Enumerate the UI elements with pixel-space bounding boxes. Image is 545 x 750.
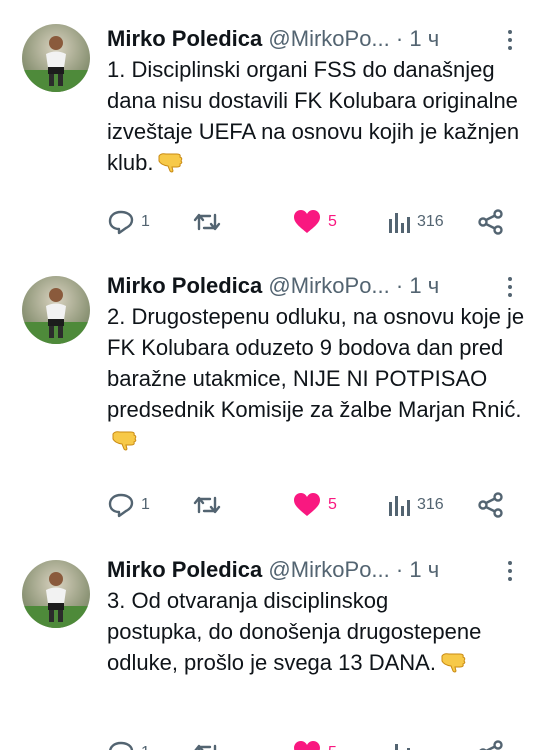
tweet-actions: 1 5 316 — [107, 490, 527, 520]
tweet-header: Mirko Poledica @MirkoPo... · 1 ч — [107, 271, 527, 301]
reply-count: 1 — [141, 496, 150, 513]
tweet-header: Mirko Poledica @MirkoPo... · 1 ч — [107, 24, 527, 54]
pointing-down-emoji-icon — [111, 428, 137, 451]
heart-icon — [294, 741, 320, 750]
reply-icon — [109, 741, 134, 750]
reply-button[interactable]: 1 — [107, 738, 150, 750]
more-options-icon[interactable] — [500, 275, 520, 299]
tweet-1[interactable]: Mirko Poledica @MirkoPo... · 1 ч 1. Disc… — [0, 24, 545, 250]
timestamp[interactable]: 1 ч — [409, 273, 439, 298]
retweet-button[interactable] — [192, 738, 228, 750]
tweet-header: Mirko Poledica @MirkoPo... · 1 ч — [107, 555, 527, 585]
views-icon — [389, 496, 410, 516]
tweet-actions: 1 5 — [107, 738, 527, 750]
pointing-down-emoji-icon — [157, 150, 183, 173]
author-handle[interactable]: @MirkoPo... — [268, 557, 389, 582]
like-count: 5 — [328, 496, 337, 513]
reply-count: 1 — [141, 213, 150, 230]
reply-button[interactable]: 1 — [107, 207, 150, 237]
share-icon — [478, 492, 503, 518]
avatar[interactable] — [22, 560, 90, 628]
avatar[interactable] — [22, 24, 90, 92]
separator-dot: · — [395, 557, 404, 582]
views-icon — [389, 213, 410, 233]
like-count: 5 — [328, 744, 337, 750]
tweet-text-content: 2. Drugostepenu odluku, na osnovu koje j… — [107, 304, 525, 422]
share-button[interactable] — [477, 738, 505, 750]
more-options-icon[interactable] — [500, 559, 520, 583]
share-icon — [478, 209, 503, 235]
tweet-text: 2. Drugostepenu odluku, na osnovu koje j… — [107, 301, 532, 456]
reply-button[interactable]: 1 — [107, 490, 150, 520]
tweet-2[interactable]: Mirko Poledica @MirkoPo... · 1 ч 2. Drug… — [0, 271, 545, 531]
timestamp[interactable]: 1 ч — [409, 557, 439, 582]
retweet-icon — [193, 213, 221, 231]
heart-icon — [294, 210, 320, 233]
retweet-button[interactable] — [192, 207, 228, 237]
tweet-text: 1. Disciplinski organi FSS do današnjeg … — [107, 54, 532, 178]
views-count: 316 — [417, 496, 444, 513]
views-count: 316 — [417, 213, 444, 230]
share-icon — [479, 740, 503, 750]
author-name[interactable]: Mirko Poledica — [107, 273, 262, 298]
reply-count: 1 — [141, 744, 150, 750]
like-button[interactable]: 5 — [292, 207, 337, 237]
author-name[interactable]: Mirko Poledica — [107, 26, 262, 51]
share-button[interactable] — [477, 490, 505, 520]
views-icon — [395, 744, 410, 750]
avatar[interactable] — [22, 276, 90, 344]
tweet-text-content: 3. Od otvaranja disciplinskog postupka, … — [107, 588, 482, 675]
tweet-3[interactable]: Mirko Poledica @MirkoPo... · 1 ч 3. Od o… — [0, 555, 545, 750]
views-button[interactable]: 316 — [387, 490, 444, 520]
views-button[interactable] — [387, 738, 417, 750]
like-button[interactable]: 5 — [292, 490, 337, 520]
author-handle[interactable]: @MirkoPo... — [268, 26, 389, 51]
pointing-down-emoji-icon — [440, 650, 466, 673]
reply-icon — [108, 210, 134, 235]
timestamp[interactable]: 1 ч — [409, 26, 439, 51]
share-button[interactable] — [477, 207, 505, 237]
like-count: 5 — [328, 213, 337, 230]
like-button[interactable]: 5 — [292, 738, 337, 750]
reply-icon — [108, 493, 134, 518]
retweet-button[interactable] — [192, 490, 228, 520]
views-button[interactable]: 316 — [387, 207, 444, 237]
separator-dot: · — [395, 273, 404, 298]
author-name[interactable]: Mirko Poledica — [107, 557, 262, 582]
retweet-icon — [194, 744, 217, 750]
heart-icon — [294, 493, 320, 516]
tweet-actions: 1 5 316 — [107, 207, 527, 237]
tweet-text: 3. Od otvaranja disciplinskog postupka, … — [107, 585, 487, 678]
author-handle[interactable]: @MirkoPo... — [268, 273, 389, 298]
more-options-icon[interactable] — [500, 28, 520, 52]
retweet-icon — [193, 496, 221, 514]
separator-dot: · — [395, 26, 404, 51]
